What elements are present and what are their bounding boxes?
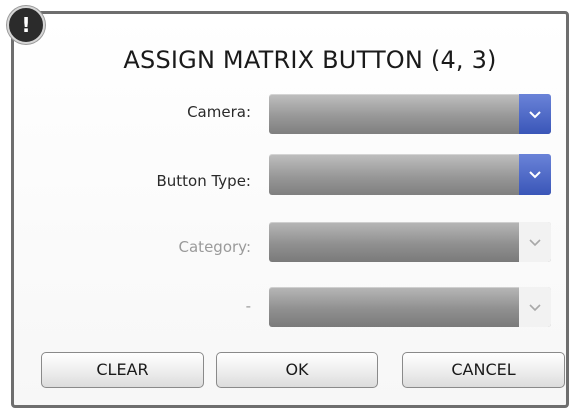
- subcategory-dropdown-toggle[interactable]: [519, 287, 551, 327]
- dialog-title: ASSIGN MATRIX BUTTON (4, 3): [123, 46, 497, 74]
- camera-label: Camera:: [187, 103, 251, 121]
- button-type-label: Button Type:: [156, 172, 251, 190]
- chevron-down-icon: [529, 171, 541, 179]
- cancel-button[interactable]: CANCEL: [402, 352, 565, 388]
- ok-button[interactable]: OK: [216, 352, 378, 388]
- category-dropdown-toggle[interactable]: [519, 222, 551, 262]
- button-type-dropdown[interactable]: [269, 154, 551, 195]
- chevron-down-icon: [529, 303, 541, 311]
- clear-button[interactable]: CLEAR: [41, 352, 204, 388]
- alert-icon: !: [7, 6, 45, 44]
- button-type-dropdown-toggle[interactable]: [519, 154, 551, 195]
- category-dropdown[interactable]: [269, 222, 551, 262]
- chevron-down-icon: [529, 238, 541, 246]
- camera-dropdown-toggle[interactable]: [519, 94, 551, 134]
- chevron-down-icon: [529, 110, 541, 118]
- subcategory-dropdown[interactable]: [269, 287, 551, 327]
- subcategory-label: -: [245, 297, 251, 315]
- camera-dropdown[interactable]: [269, 94, 551, 134]
- category-label: Category:: [178, 238, 251, 256]
